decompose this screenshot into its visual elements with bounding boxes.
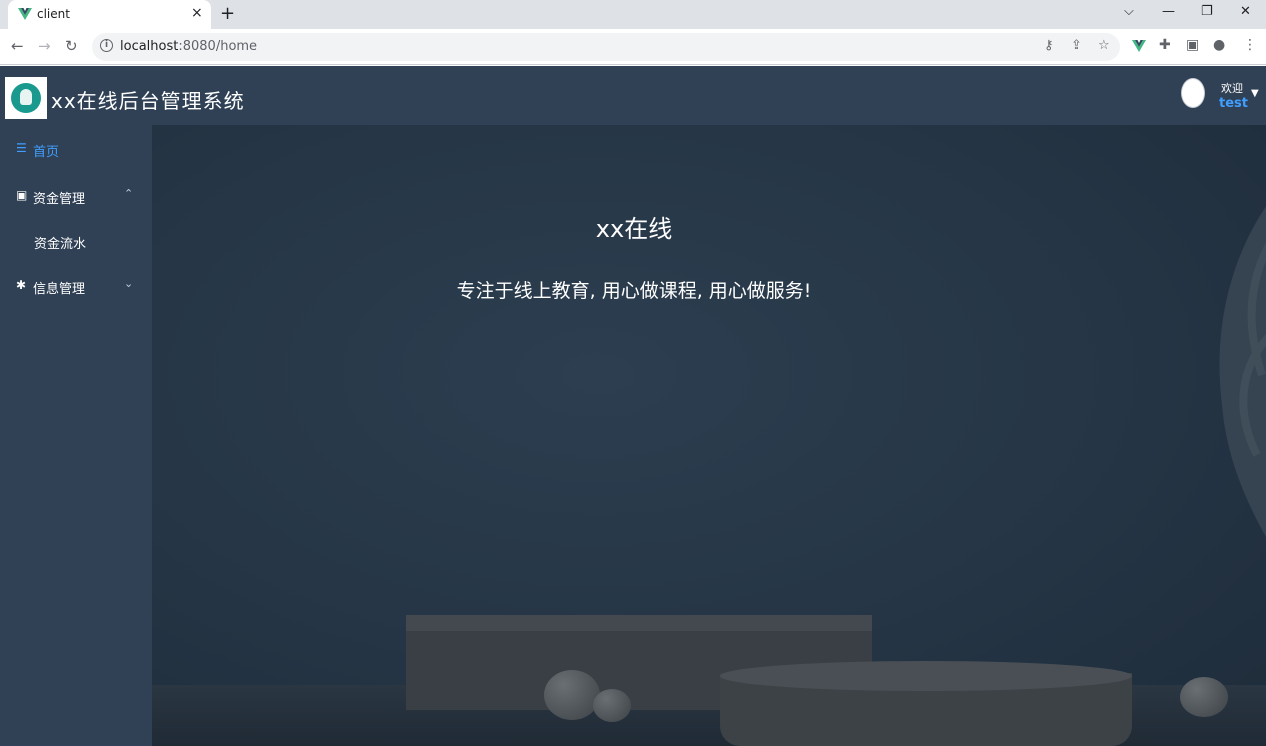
chevron-up-icon: ⌃ [124, 187, 134, 200]
sidebar-item-info-management[interactable]: ✱ 信息管理 ⌄ [0, 264, 152, 308]
browser-tab[interactable]: client × [8, 0, 211, 29]
podium-block-top [406, 615, 872, 631]
user-dropdown-caret-icon[interactable]: ▼ [1251, 88, 1259, 99]
site-info-icon[interactable]: i [100, 39, 113, 52]
profile-icon[interactable]: ● [1213, 37, 1225, 53]
key-icon[interactable]: ⚷ [1044, 38, 1054, 53]
stone-decoration [544, 670, 600, 720]
app-header: xx在线后台管理系统 [0, 66, 1266, 125]
forward-icon[interactable]: → [38, 37, 51, 55]
hero-title: xx在线 [595, 215, 673, 243]
address-bar[interactable]: i localhost:8080/home ⚷ ⇪ ☆ [92, 33, 1120, 61]
podium-cylinder-top [720, 661, 1132, 691]
app-logo [5, 77, 47, 119]
restore-button[interactable]: ❐ [1201, 4, 1213, 19]
tab-search-icon[interactable]: ⌵ [1124, 4, 1134, 19]
bookmark-star-icon[interactable]: ☆ [1098, 38, 1110, 53]
main-content: xx在线 专注于线上教育, 用心做课程, 用心做服务! [152, 125, 1266, 746]
back-icon[interactable]: ← [11, 37, 24, 55]
share-icon[interactable]: ⇪ [1071, 38, 1082, 53]
tab-close-icon[interactable]: × [191, 5, 203, 21]
stone-decoration [1180, 677, 1228, 717]
sidebar-item-label: 首页 [33, 145, 60, 160]
menu-kebab-icon[interactable]: ⋮ [1243, 37, 1257, 53]
gear-icon: ✱ [16, 278, 27, 292]
side-panel-icon[interactable]: ▣ [1186, 37, 1199, 53]
list-icon: ☰ [16, 141, 27, 155]
extensions-icon[interactable]: ✚ [1159, 37, 1171, 53]
hero-subtitle: 专注于线上教育, 用心做课程, 用心做服务! [456, 280, 812, 302]
url-text: localhost:8080/home [120, 39, 258, 54]
user-avatar[interactable] [1181, 78, 1205, 108]
sidebar-item-label: 资金管理 [33, 192, 86, 207]
chevron-down-icon: ⌄ [124, 277, 134, 290]
money-icon: ▣ [16, 188, 28, 202]
sidebar-item-label: 资金流水 [34, 237, 87, 252]
browser-toolbar: ← → ↻ i localhost:8080/home ⚷ ⇪ ☆ ✚ ▣ ● … [0, 29, 1266, 65]
reload-icon[interactable]: ↻ [65, 37, 78, 55]
app-title: xx在线后台管理系统 [51, 89, 245, 113]
close-window-button[interactable]: ✕ [1240, 4, 1251, 19]
sidebar-item-home[interactable]: ☰ 首页 [0, 127, 152, 171]
welcome-label: 欢迎 [1221, 82, 1243, 95]
new-tab-button[interactable]: + [220, 3, 235, 24]
sidebar-menu: ☰ 首页 ▣ 资金管理 ⌃ 资金流水 ✱ 信息管理 ⌄ [0, 125, 152, 746]
sidebar-item-fund-flow[interactable]: 资金流水 [0, 219, 152, 263]
browser-tabstrip: client × + ⌵ — ❐ ✕ [0, 0, 1266, 29]
logo-mascot-icon [11, 83, 41, 113]
sidebar-item-label: 信息管理 [33, 282, 86, 297]
vue-devtools-icon[interactable] [1132, 40, 1146, 52]
stone-decoration [593, 689, 631, 722]
sidebar-item-fund-management[interactable]: ▣ 资金管理 ⌃ [0, 174, 152, 218]
vue-logo-icon [18, 8, 32, 20]
minimize-button[interactable]: — [1162, 4, 1175, 19]
username-label[interactable]: test [1219, 96, 1248, 111]
tab-title: client [37, 7, 70, 21]
